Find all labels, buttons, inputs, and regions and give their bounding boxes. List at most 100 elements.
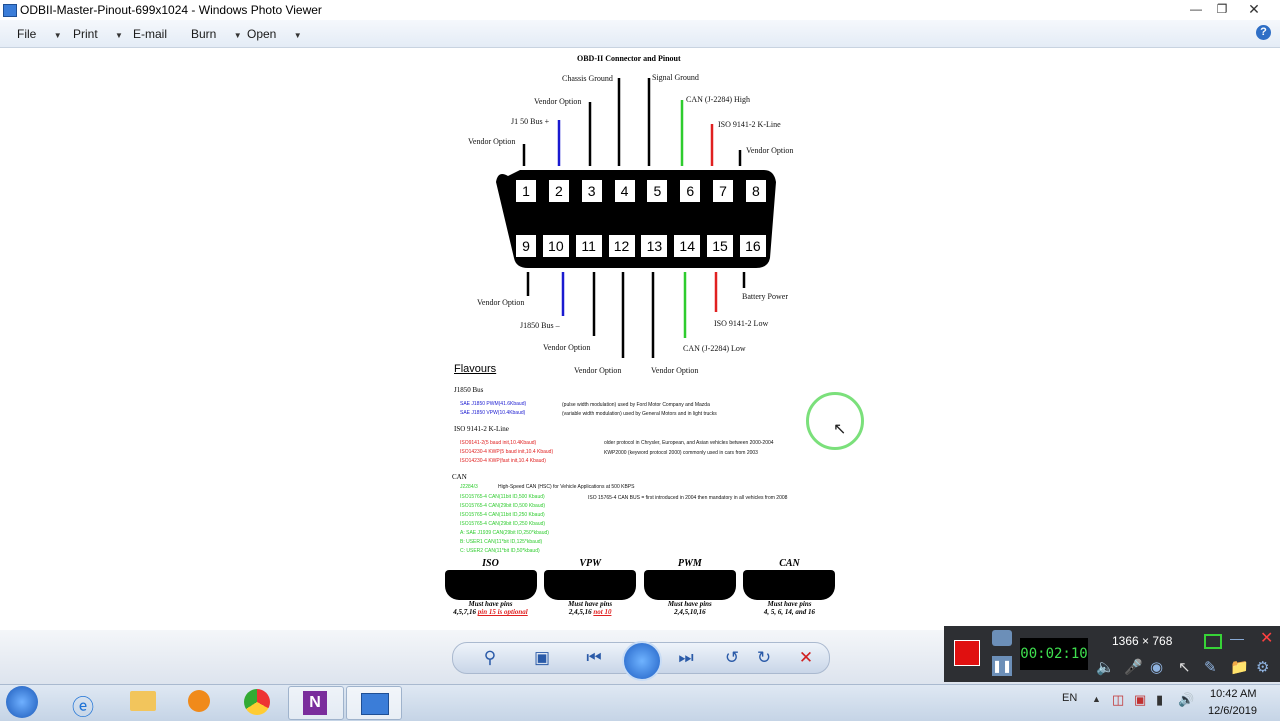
start-button[interactable] bbox=[6, 686, 38, 718]
pin-box: 16 bbox=[739, 235, 766, 257]
variant-pins: 2,4,5,16 bbox=[568, 608, 592, 616]
variant-extra: not 10 bbox=[593, 608, 612, 616]
variant-name: CAN bbox=[779, 558, 800, 569]
j1850-item: SAE J1850 PWM(41.6Kbaud) bbox=[460, 401, 527, 407]
taskbar-media-icon[interactable] bbox=[172, 686, 226, 718]
next-button[interactable]: ⏭ bbox=[672, 648, 700, 668]
taskbar-ie-icon[interactable]: ⓔ bbox=[58, 686, 112, 720]
pin-box: 12 bbox=[608, 235, 635, 257]
menu-burn[interactable]: Burn ▼ bbox=[191, 27, 242, 41]
variant-pins-line: 4,5,7,16 pin 15 is optional bbox=[442, 608, 539, 616]
label-pin4: Chassis Ground bbox=[562, 74, 613, 83]
window-title: ODBII-Master-Pinout-699x1024 - Windows P… bbox=[20, 3, 322, 17]
tray-signal-icon[interactable]: ▮ bbox=[1156, 692, 1163, 708]
rotate-left-icon[interactable]: ↺ bbox=[718, 648, 746, 668]
variant-pins: 4,5,7,16 bbox=[453, 608, 476, 616]
camera-icon[interactable] bbox=[992, 630, 1012, 646]
mini-connector bbox=[743, 570, 836, 600]
variant-must: Must have pins bbox=[667, 600, 712, 608]
record-timer: 00:02:10 bbox=[1020, 638, 1088, 670]
label-pin16: Battery Power bbox=[742, 292, 788, 301]
delete-icon[interactable]: ✕ bbox=[792, 648, 820, 668]
tray-security-icon[interactable]: ▣ bbox=[1134, 692, 1146, 708]
iso-heading: ISO 9141-2 K-Line bbox=[454, 425, 509, 433]
actual-size-icon[interactable]: ▣ bbox=[528, 648, 556, 668]
can-item: B: USER1 CAN(11*bit ID,125*kbaud) bbox=[460, 539, 543, 545]
connector-variant-vpw: VPW Must have pins 2,4,5,16 not 10 bbox=[542, 558, 639, 630]
cursor-icon[interactable]: ↖ bbox=[1178, 658, 1191, 676]
taskbar-chrome-icon[interactable] bbox=[230, 686, 284, 718]
microphone-icon[interactable]: 🎤 bbox=[1124, 658, 1143, 676]
menu-file-label: File bbox=[17, 27, 37, 41]
can-item: ISO15765-4 CAN(11bit ID,500 Kbaud) bbox=[460, 494, 545, 500]
rotate-right-icon[interactable]: ↻ bbox=[750, 648, 778, 668]
connector-diagram bbox=[496, 78, 776, 358]
variant-extra: pin 15 is optional bbox=[477, 608, 528, 616]
pin-box: 4 bbox=[614, 180, 635, 202]
media-player-icon bbox=[188, 690, 210, 712]
label-pin1: Vendor Option bbox=[468, 137, 516, 146]
variant-name: PWM bbox=[677, 558, 702, 569]
menu-file[interactable]: File ▼ bbox=[17, 27, 62, 41]
photo-viewer-icon bbox=[361, 693, 389, 715]
pause-button[interactable]: ❚❚ bbox=[992, 656, 1012, 676]
tray-network-icon[interactable]: ◫ bbox=[1112, 692, 1124, 708]
can-heading: CAN bbox=[452, 473, 467, 481]
can-item: ISO15765-4 CAN(11bit ID,250 Kbaud) bbox=[460, 512, 545, 518]
variant-pins: 2,4,5,10,16 bbox=[674, 608, 706, 616]
minimize-button[interactable]: — bbox=[1182, 0, 1210, 18]
speaker-icon[interactable]: 🔈 bbox=[1096, 658, 1115, 676]
maximize-button[interactable]: ❐ bbox=[1208, 0, 1236, 18]
can-item: ISO15765-4 CAN(29bit ID,500 Kbaud) bbox=[460, 503, 546, 509]
menu-burn-label: Burn bbox=[191, 27, 217, 41]
menu-open[interactable]: Open ▼ bbox=[247, 27, 302, 41]
zoom-icon[interactable]: ⚲ bbox=[476, 648, 504, 668]
pin-box: 11 bbox=[575, 235, 602, 257]
menu-print[interactable]: Print ▼ bbox=[73, 27, 123, 41]
pen-icon[interactable]: ✎ bbox=[1204, 658, 1217, 676]
iso-note: KWP2000 (keyword protocol 2000) commonly… bbox=[604, 450, 758, 456]
pin-box: 8 bbox=[745, 180, 766, 202]
slideshow-button[interactable] bbox=[622, 641, 662, 681]
stop-record-button[interactable] bbox=[954, 640, 980, 666]
close-recorder-button[interactable]: ✕ bbox=[1260, 628, 1273, 648]
pin-box: 3 bbox=[581, 180, 602, 202]
taskbar-onenote-icon[interactable]: N bbox=[288, 686, 344, 720]
tray-volume-icon[interactable]: 🔊 bbox=[1178, 692, 1194, 708]
variant-name: ISO bbox=[482, 558, 499, 569]
onenote-icon: N bbox=[303, 691, 327, 715]
taskbar-photoviewer-icon[interactable] bbox=[346, 686, 402, 720]
pin-box: 1 bbox=[516, 180, 536, 202]
folder-icon bbox=[130, 691, 156, 711]
folder-icon[interactable]: 📁 bbox=[1230, 658, 1249, 676]
connector-variant-can: CAN Must have pins 4, 5, 6, 14, and 16 bbox=[741, 558, 838, 630]
show-hidden-icons-icon[interactable]: ▲ bbox=[1092, 694, 1101, 704]
pin-box: 14 bbox=[674, 235, 701, 257]
help-button[interactable]: ? bbox=[1256, 25, 1271, 40]
label-pin11: Vendor Option bbox=[543, 343, 591, 352]
minimize-recorder-button[interactable]: — bbox=[1230, 630, 1244, 646]
language-indicator[interactable]: EN bbox=[1062, 692, 1077, 704]
label-pin6: CAN (J-2284) High bbox=[686, 95, 750, 104]
webcam-icon[interactable]: ◉ bbox=[1150, 658, 1163, 676]
j1850-heading: J1850 Bus bbox=[454, 386, 484, 394]
can-note: ISO 15765-4 CAN BUS = first introduced i… bbox=[588, 495, 788, 501]
can-j2284: J2284/3 bbox=[460, 484, 478, 490]
settings-gear-icon[interactable]: ⚙ bbox=[1256, 658, 1269, 676]
mini-connector bbox=[444, 570, 537, 600]
pin-row-bottom: 9 10 11 12 13 14 15 16 bbox=[516, 235, 766, 257]
clock-date[interactable]: 12/6/2019 bbox=[1208, 705, 1257, 717]
label-pin12: Vendor Option bbox=[574, 366, 622, 375]
previous-button[interactable]: ⏮ bbox=[580, 648, 608, 668]
pin-box: 10 bbox=[542, 235, 569, 257]
iso-item: ISO14230-4 KWP(fast init,10.4 Kbaud) bbox=[460, 458, 546, 464]
close-window-button[interactable]: ✕ bbox=[1240, 0, 1268, 18]
menu-email[interactable]: E-mail bbox=[133, 27, 167, 41]
clock-time[interactable]: 10:42 AM bbox=[1210, 688, 1256, 700]
pin-row-top: 1 2 3 4 5 6 7 8 bbox=[516, 180, 766, 202]
pin-box: 5 bbox=[647, 180, 668, 202]
taskbar-explorer-icon[interactable] bbox=[116, 686, 170, 718]
label-pin2: J1 50 Bus + bbox=[511, 117, 550, 126]
expand-icon[interactable] bbox=[1204, 634, 1222, 649]
title-bar: ODBII-Master-Pinout-699x1024 - Windows P… bbox=[0, 0, 1280, 20]
